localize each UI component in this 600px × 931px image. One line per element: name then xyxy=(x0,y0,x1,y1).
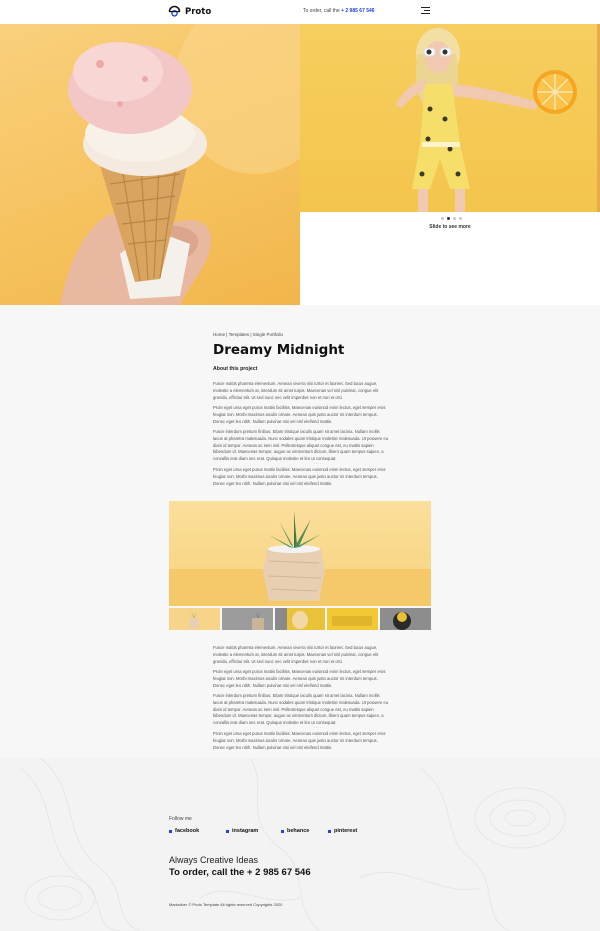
plant-pot-illustration xyxy=(169,511,431,606)
breadcrumb[interactable]: Home | Templates | Single Portfolio xyxy=(213,332,283,337)
gallery-thumb-3[interactable] xyxy=(274,608,326,630)
paragraph-top-4: Proin eget urna eget purus mattis facili… xyxy=(213,467,386,486)
site-header: Proto To order, call the + 2 985 67 546 xyxy=(0,0,600,24)
header-phone-link[interactable]: + 2 985 67 546 xyxy=(341,8,375,14)
paragraph-top-1: Fusce mattis pharetra elementum. Aenean … xyxy=(213,381,379,400)
woman-illustration xyxy=(396,28,577,212)
hero-image-ice-cream xyxy=(0,24,300,305)
hero-image-woman xyxy=(300,24,600,212)
logo-text: Proto xyxy=(185,6,212,17)
page-title: Dreamy Midnight xyxy=(213,342,345,358)
hamburger-menu-icon[interactable] xyxy=(421,7,430,16)
bullet-icon xyxy=(226,829,229,833)
gallery-thumb-1[interactable] xyxy=(169,608,220,630)
paragraph-top-3: Fusce interdum pretium finibus. Etiam tr… xyxy=(213,429,389,462)
social-link-instagram[interactable]: instagram xyxy=(226,828,281,834)
header-order: To order, call the + 2 985 67 546 xyxy=(303,8,375,14)
gallery-thumb-4[interactable] xyxy=(327,608,379,630)
header-order-label: To order, call the xyxy=(303,8,340,14)
slider-dot-1[interactable] xyxy=(441,217,444,220)
about-heading: About this project xyxy=(213,366,258,372)
social-link-facebook[interactable]: facebook xyxy=(169,828,226,834)
slider-dot-3[interactable] xyxy=(453,217,456,220)
gallery-thumb-5[interactable] xyxy=(380,608,431,630)
bullet-icon xyxy=(281,829,284,833)
gallery-thumbnails xyxy=(169,608,431,630)
footer-order-phone[interactable]: To order, call the + 2 985 67 546 xyxy=(169,867,311,878)
site-footer xyxy=(0,758,600,931)
social-link-behance[interactable]: behance xyxy=(281,828,328,834)
social-link-pinterest[interactable]: pinterest xyxy=(328,828,378,834)
gallery-thumb-2[interactable] xyxy=(221,608,273,630)
paragraph-top-2: Proin eget urna eget purus mattis facili… xyxy=(213,405,386,424)
slide-hint: Slide to see more xyxy=(429,224,471,230)
paragraph-bottom-3: Fusce interdum pretium finibus. Etiam tr… xyxy=(213,693,389,726)
paragraph-bottom-4: Proin eget urna eget purus mattis facili… xyxy=(213,731,386,750)
logo[interactable]: Proto xyxy=(168,5,211,18)
topographic-background xyxy=(19,758,566,931)
gallery-main-image[interactable] xyxy=(169,501,431,606)
bullet-icon xyxy=(328,829,331,833)
paragraph-bottom-1: Fusce mattis pharetra elementum. Aenean … xyxy=(213,645,379,664)
bullet-icon xyxy=(169,829,172,833)
logo-icon xyxy=(168,5,181,17)
slider-dot-2[interactable] xyxy=(447,217,450,220)
slider-dot-4[interactable] xyxy=(459,217,462,220)
follow-label: Follow me xyxy=(169,816,192,822)
slider-dots xyxy=(441,217,462,220)
paragraph-bottom-2: Proin eget urna eget purus mattis facili… xyxy=(213,669,386,688)
social-links: facebook instagram behance pinterest xyxy=(169,828,378,834)
copyright: Marksilver © Proto Template All rights r… xyxy=(169,902,283,907)
footer-tagline: Always Creative Ideas xyxy=(169,855,259,865)
ice-cream-illustration xyxy=(60,24,300,305)
